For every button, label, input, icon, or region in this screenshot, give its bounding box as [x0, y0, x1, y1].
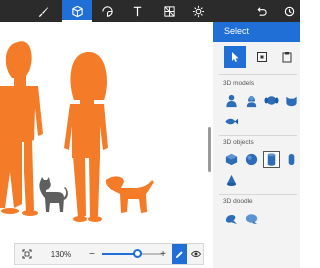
- sharp-doodle-button[interactable]: [223, 210, 240, 227]
- zoom-slider-thumb[interactable]: [132, 249, 142, 258]
- undo-button[interactable]: [248, 0, 274, 22]
- cat-model-icon: [286, 96, 297, 107]
- panel-divider: [219, 74, 297, 75]
- stickers-button[interactable]: [94, 0, 120, 22]
- zoom-out-button[interactable]: −: [87, 244, 97, 264]
- 3d-objects-heading: 3D objects: [223, 139, 254, 146]
- zoom-in-button[interactable]: +: [158, 244, 168, 264]
- capsule-object-icon: [288, 153, 295, 166]
- select-tool-button[interactable]: [224, 46, 246, 68]
- cat-model-button[interactable]: [283, 92, 300, 109]
- select-region-icon: [257, 52, 267, 62]
- fish-model-button[interactable]: [223, 113, 240, 130]
- zoom-bar: 130% − +: [14, 243, 204, 265]
- 3d-doodle-heading: 3D doodle: [223, 198, 253, 205]
- sticker-icon: [101, 5, 113, 17]
- brushes-button[interactable]: [30, 0, 56, 22]
- cube-icon: [71, 5, 83, 17]
- panel-divider: [219, 194, 297, 195]
- grid-icon: [163, 5, 175, 17]
- man-model-icon: [226, 94, 237, 108]
- history-button[interactable]: [276, 0, 300, 22]
- paste-button[interactable]: [276, 46, 298, 68]
- cone-object-icon: [226, 174, 237, 186]
- zoom-slider[interactable]: [102, 249, 162, 258]
- vertical-scrollbar[interactable]: [208, 127, 211, 172]
- sharp-doodle-icon: [225, 214, 238, 225]
- drawing-canvas[interactable]: 130% − +: [0, 22, 213, 268]
- effects-button[interactable]: [156, 0, 182, 22]
- paint-3d-window: 130% − + Select 3D models 3D objects 3D …: [0, 0, 300, 268]
- fit-view-icon: [22, 249, 32, 259]
- man-figure: [0, 41, 43, 216]
- sphere-object-button[interactable]: [243, 151, 260, 168]
- 3d-shapes-button[interactable]: [62, 0, 92, 22]
- dog-figure: [105, 176, 154, 213]
- cylinder-object-button[interactable]: [263, 151, 280, 168]
- cat-figure: [39, 177, 68, 212]
- select-cursor-icon: [232, 52, 239, 62]
- capsule-object-button[interactable]: [283, 151, 300, 168]
- brush-icon: [38, 6, 48, 17]
- zoom-slider-fill: [102, 253, 137, 255]
- woman-figure: [64, 51, 108, 222]
- view-mode-button[interactable]: [188, 244, 203, 264]
- text-button[interactable]: [124, 0, 150, 22]
- soft-doodle-button[interactable]: [243, 210, 260, 227]
- panel-divider: [219, 135, 297, 136]
- text-icon: [133, 6, 141, 16]
- cube-object-button[interactable]: [223, 151, 240, 168]
- soft-doodle-icon: [245, 214, 258, 225]
- fish-model-icon: [225, 118, 239, 125]
- panel-title: Select: [224, 26, 250, 36]
- cylinder-object-icon: [267, 153, 276, 166]
- top-toolbar: [0, 0, 300, 22]
- eye-icon: [190, 250, 201, 258]
- fit-to-view-button[interactable]: [19, 244, 35, 264]
- undo-icon: [256, 6, 267, 16]
- scene-illustration: [0, 41, 154, 222]
- sun-icon: [192, 5, 204, 17]
- pencil-icon: [175, 250, 183, 258]
- sphere-object-icon: [245, 153, 258, 166]
- edit-mode-button[interactable]: [172, 244, 187, 264]
- 3d-shapes-panel: Select 3D models 3D objects 3D doodle: [213, 22, 300, 268]
- woman-model-icon: [246, 95, 257, 108]
- man-model-button[interactable]: [223, 92, 240, 109]
- 3d-models-heading: 3D models: [223, 80, 255, 87]
- panel-header: Select: [213, 22, 300, 42]
- region-select-button[interactable]: [251, 46, 273, 68]
- canvas-button[interactable]: [185, 0, 211, 22]
- zoom-level-label: 130%: [50, 249, 72, 259]
- dog-model-icon: [264, 96, 279, 105]
- paste-icon: [282, 52, 292, 63]
- cube-object-icon: [225, 153, 238, 166]
- dog-model-button[interactable]: [263, 92, 280, 109]
- woman-model-button[interactable]: [243, 92, 260, 109]
- cone-object-button[interactable]: [223, 172, 240, 189]
- history-icon: [284, 6, 294, 16]
